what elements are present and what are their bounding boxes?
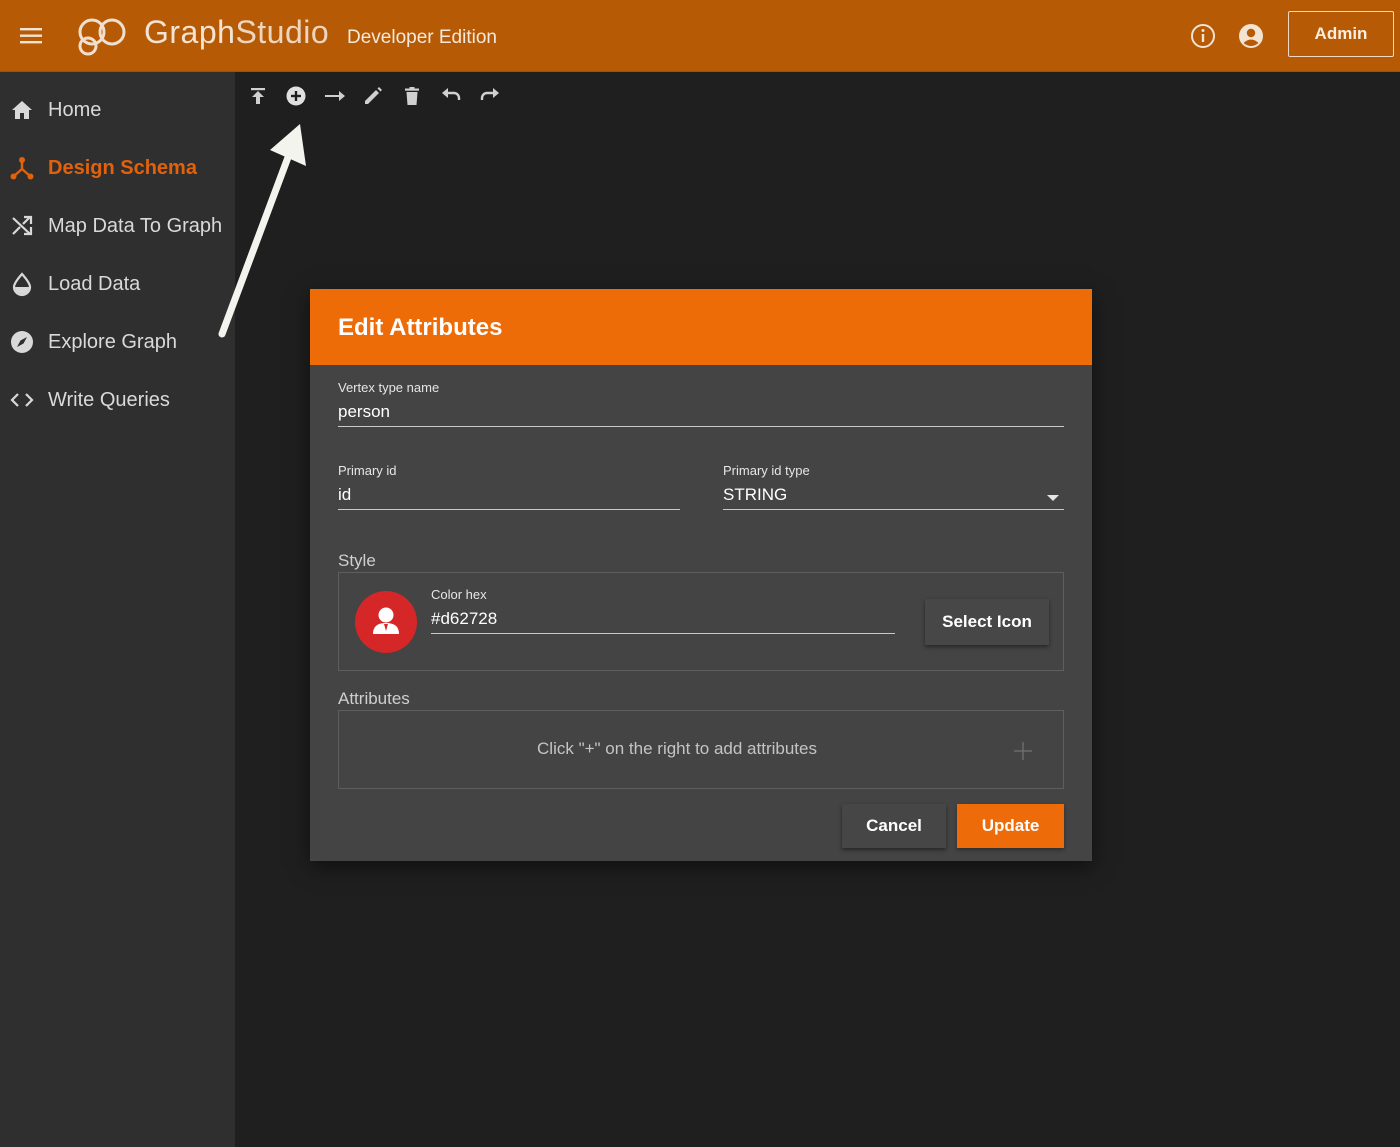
vertex-type-label: Vertex type name [338, 380, 440, 395]
sidebar-item-home[interactable]: Home [0, 81, 235, 139]
brand-light: Studio [235, 14, 330, 50]
sidebar-item-label: Write Queries [48, 388, 170, 411]
brand-name: GraphStudio [144, 14, 329, 51]
account-icon[interactable] [1237, 22, 1265, 50]
vertex-type-input[interactable]: person [338, 402, 390, 422]
sidebar: Home Design Schema Map Data To Graph Loa… [0, 72, 235, 1147]
add-vertex-icon[interactable] [284, 84, 308, 108]
attributes-box: Click "+" on the right to add attributes [338, 710, 1064, 789]
vertex-type-underline [338, 426, 1064, 427]
primary-id-label: Primary id [338, 463, 397, 478]
color-hex-input[interactable]: #d62728 [431, 609, 497, 629]
style-box: Color hex #d62728 Select Icon [338, 572, 1064, 671]
primary-id-type-select[interactable]: STRING [723, 485, 787, 505]
shuffle-icon [9, 213, 35, 239]
update-button[interactable]: Update [957, 804, 1064, 848]
color-hex-label: Color hex [431, 587, 487, 602]
sidebar-item-load-data[interactable]: Load Data [0, 255, 235, 313]
primary-id-input[interactable]: id [338, 485, 351, 505]
menu-icon[interactable] [18, 24, 46, 48]
top-app-bar: GraphStudio Developer Edition Admin [0, 0, 1400, 72]
sidebar-item-design-schema[interactable]: Design Schema [0, 139, 235, 197]
delete-icon[interactable] [400, 84, 424, 108]
sidebar-item-label: Explore Graph [48, 330, 177, 353]
attributes-hint: Click "+" on the right to add attributes [537, 739, 817, 758]
select-icon-button[interactable]: Select Icon [925, 599, 1049, 645]
primary-id-type-underline [723, 509, 1064, 510]
home-icon [9, 97, 35, 123]
primary-id-type-label: Primary id type [723, 463, 810, 478]
cancel-button[interactable]: Cancel [842, 804, 946, 848]
color-hex-underline [431, 633, 895, 634]
sidebar-item-label: Load Data [48, 272, 141, 295]
sidebar-item-write-queries[interactable]: Write Queries [0, 371, 235, 429]
sidebar-item-label: Home [48, 98, 102, 121]
add-attribute-icon[interactable] [1013, 741, 1033, 761]
redo-icon[interactable] [478, 84, 502, 108]
annotation-arrow [210, 118, 320, 340]
attributes-section-label: Attributes [338, 689, 410, 708]
undo-icon[interactable] [439, 84, 463, 108]
admin-button[interactable]: Admin [1288, 11, 1394, 57]
sidebar-item-label: Design Schema [48, 156, 197, 179]
dialog-header: Edit Attributes [310, 289, 1092, 365]
graphstudio-logo [74, 14, 134, 58]
edition-label: Developer Edition [347, 27, 497, 48]
edit-icon[interactable] [361, 84, 385, 108]
schema-icon [9, 155, 35, 181]
primary-id-underline [338, 509, 680, 510]
info-icon[interactable] [1189, 22, 1217, 50]
dialog-title: Edit Attributes [338, 314, 503, 341]
style-section-label: Style [338, 551, 376, 570]
sidebar-item-map-data[interactable]: Map Data To Graph [0, 197, 235, 255]
publish-icon[interactable] [246, 84, 270, 108]
vertex-icon-preview [355, 591, 417, 653]
chevron-down-icon[interactable] [1046, 490, 1060, 501]
drop-icon [9, 271, 35, 297]
edit-attributes-dialog: Edit Attributes Vertex type name person … [310, 289, 1092, 861]
add-edge-icon[interactable] [323, 84, 347, 108]
code-icon [9, 387, 35, 413]
sidebar-item-label: Map Data To Graph [48, 214, 223, 237]
compass-icon [9, 329, 35, 355]
brand-main: Graph [144, 14, 236, 50]
sidebar-item-explore-graph[interactable]: Explore Graph [0, 313, 235, 371]
